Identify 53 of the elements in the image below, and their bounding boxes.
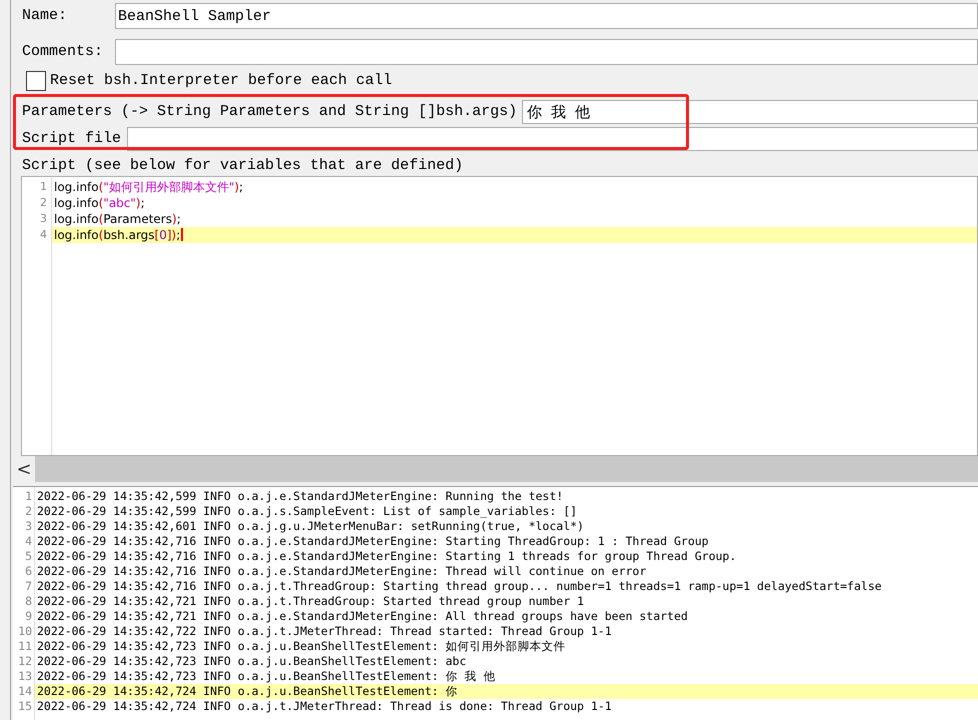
code-line: log.info(Parameters); (54, 212, 181, 226)
name-label: Name: (21, 6, 68, 26)
log-line: 2022-06-29 14:35:42,721 INFO o.a.j.e.StandardJMeterEngine: All thread groups have been started (37, 609, 688, 623)
parameters-field[interactable]: 你 我 他 (522, 100, 978, 124)
code-line: log.info(bsh.args[0]); (54, 228, 180, 242)
line-number: 13 (17, 669, 33, 684)
line-number: 15 (17, 699, 33, 714)
log-line: 2022-06-29 14:35:42,599 INFO o.a.j.s.SampleEvent: List of sample_variables: [] (37, 504, 578, 518)
log-line: 2022-06-29 14:35:42,721 INFO o.a.j.t.ThreadGroup: Started thread group number 1 (37, 594, 584, 608)
comments-label: Comments: (21, 42, 104, 62)
log-line: 2022-06-29 14:35:42,724 INFO o.a.j.u.BeanShellTestElement: 你 (37, 684, 458, 698)
line-number: 5 (24, 549, 33, 564)
line-number: 3 (24, 519, 33, 534)
log-line: 2022-06-29 14:35:42,716 INFO o.a.j.e.StandardJMeterEngine: Starting 1 threads for group Thread Group. (37, 549, 736, 563)
horizontal-scrollbar[interactable]: < (13, 456, 978, 482)
line-number: 14 (17, 684, 33, 699)
script-file-label: Script file (21, 128, 122, 149)
text-cursor (181, 228, 184, 242)
line-number: 7 (24, 579, 33, 594)
code-line: log.info("如何引用外部脚本文件"); (54, 180, 244, 194)
script-file-field[interactable] (127, 127, 978, 151)
checkbox[interactable] (26, 71, 46, 91)
log-line: 2022-06-29 14:35:42,723 INFO o.a.j.u.BeanShellTestElement: 你 我 他 (37, 669, 496, 683)
log-line: 2022-06-29 14:35:42,601 INFO o.a.j.g.u.JMeterMenuBar: setRunning(true, *local*) (37, 519, 584, 533)
log-line: 2022-06-29 14:35:42,723 INFO o.a.j.u.BeanShellTestElement: 如何引用外部脚本文件 (37, 639, 566, 653)
parameters-label: Parameters (-> String Parameters and String []bsh.args) (21, 102, 518, 122)
scroll-left-button[interactable]: < (13, 456, 35, 482)
line-number: 3 (39, 211, 48, 227)
comments-field[interactable] (115, 39, 978, 65)
code-line: log.info("abc"); (54, 196, 145, 210)
line-number: 8 (24, 594, 33, 609)
log-line: 2022-06-29 14:35:42,716 INFO o.a.j.t.ThreadGroup: Starting thread group... number=1 threads=1 ramp-up=1 delayedStart=false (37, 579, 882, 593)
log-line: 2022-06-29 14:35:42,716 INFO o.a.j.e.StandardJMeterEngine: Thread will continue on error (37, 564, 646, 578)
line-number: 4 (39, 227, 48, 243)
log-line: 2022-06-29 14:35:42,724 INFO o.a.j.t.JMeterThread: Thread is done: Thread Group 1-1 (37, 699, 612, 713)
line-number: 2 (39, 195, 48, 211)
script-label: Script (see below for variables that are defined) (21, 157, 464, 175)
name-field[interactable]: BeanShell Sampler (115, 3, 978, 29)
log-line: 2022-06-29 14:35:42,599 INFO o.a.j.e.StandardJMeterEngine: Running the test! (37, 489, 564, 503)
line-number: 10 (17, 624, 33, 639)
line-number: 1 (39, 179, 48, 195)
line-number: 6 (24, 564, 33, 579)
line-number: 4 (24, 534, 33, 549)
log-line: 2022-06-29 14:35:42,716 INFO o.a.j.e.StandardJMeterEngine: Starting ThreadGroup: 1 : Thread Group (37, 534, 709, 548)
checkbox-label: Reset bsh.Interpreter before each call (50, 70, 392, 91)
line-number: 12 (17, 654, 33, 669)
code-editor[interactable]: 1 2 3 4 log.info("如何引用外部脚本文件"); log.info("abc"); log.info(Parameters); log.info(bsh.args[0]); (21, 176, 978, 456)
line-number: 11 (17, 639, 33, 654)
line-number: 9 (24, 609, 33, 624)
log-line: 2022-06-29 14:35:42,723 INFO o.a.j.u.BeanShellTestElement: abc (37, 654, 466, 668)
line-number: 1 (24, 489, 33, 504)
line-number: 2 (24, 504, 33, 519)
log-line: 2022-06-29 14:35:42,722 INFO o.a.j.t.JMeterThread: Thread started: Thread Group 1-1 (37, 624, 612, 638)
